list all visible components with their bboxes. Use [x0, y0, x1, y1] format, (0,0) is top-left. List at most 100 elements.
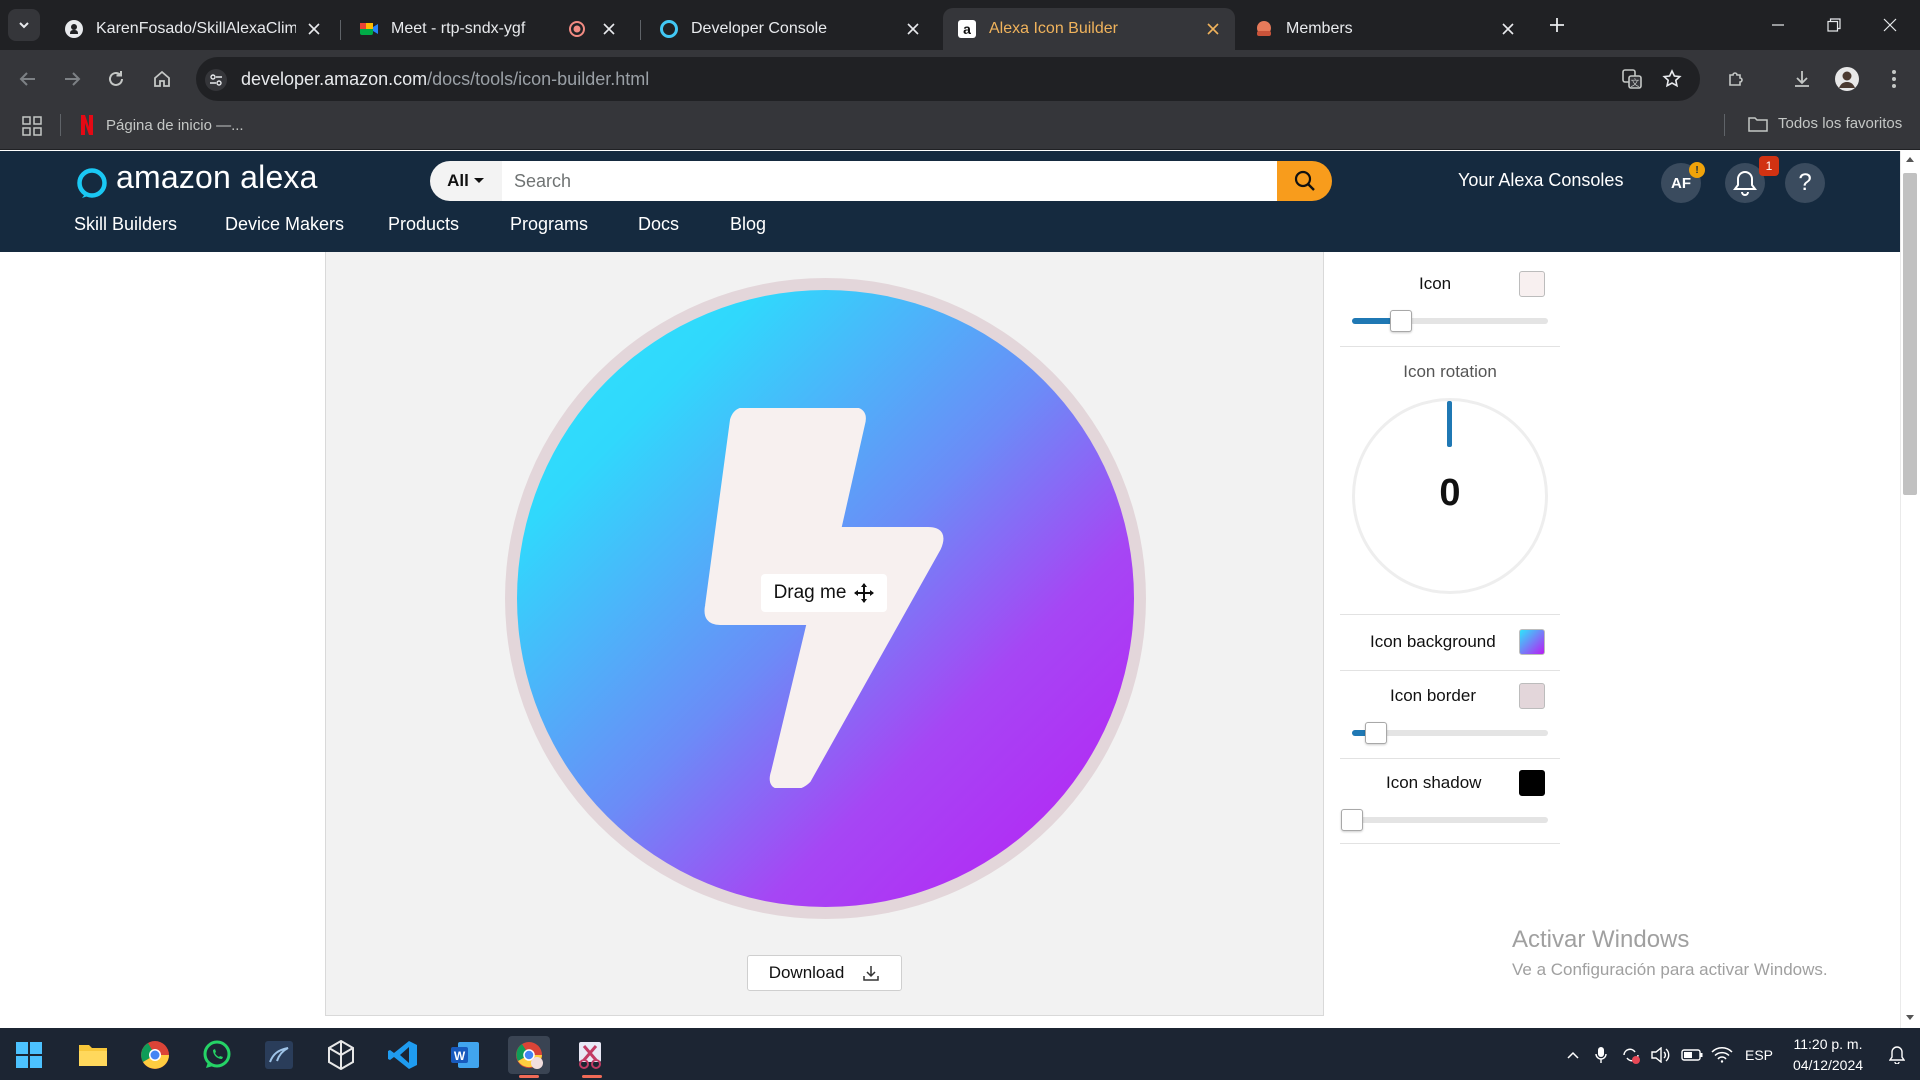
your-alexa-consoles-link[interactable]: Your Alexa Consoles — [1458, 170, 1623, 191]
nav-docs[interactable]: Docs — [638, 214, 679, 235]
new-tab-button[interactable] — [1543, 11, 1571, 39]
close-icon[interactable] — [903, 19, 923, 39]
search-button[interactable] — [1277, 161, 1332, 201]
word-icon[interactable]: W — [446, 1036, 484, 1074]
home-icon — [154, 70, 170, 87]
tab-separator — [640, 20, 641, 40]
icon-shadow-swatch[interactable] — [1519, 770, 1545, 796]
tab-search-button[interactable] — [8, 9, 40, 41]
profile-button[interactable] — [1831, 63, 1863, 95]
tab-alexa-icon-builder[interactable]: a Alexa Icon Builder — [943, 8, 1235, 50]
nav-blog[interactable]: Blog — [730, 214, 766, 235]
panel-divider — [1340, 758, 1560, 759]
sync-alert-icon[interactable] — [1620, 1043, 1642, 1067]
scroll-up-arrow-icon[interactable] — [1905, 155, 1915, 163]
rotation-dial-needle[interactable] — [1447, 401, 1452, 447]
arrow-left-icon — [19, 72, 35, 86]
icon-border-slider-thumb[interactable] — [1365, 722, 1387, 744]
icon-border-swatch[interactable] — [1519, 683, 1545, 709]
snipping-tool-icon[interactable] — [572, 1036, 610, 1074]
download-button[interactable]: Download — [747, 955, 902, 991]
back-button[interactable] — [12, 63, 44, 95]
file-explorer-icon[interactable] — [74, 1036, 112, 1074]
close-window-button[interactable] — [1862, 0, 1918, 50]
all-favorites-folder[interactable]: Todos los favoritos — [1748, 115, 1902, 132]
help-button[interactable]: ? — [1785, 163, 1825, 203]
icon-color-swatch[interactable] — [1519, 271, 1545, 297]
site-info-button[interactable] — [205, 69, 227, 91]
clock-date: 04/12/2024 — [1792, 1057, 1864, 1073]
tab-title: Members — [1286, 20, 1353, 37]
url-text[interactable]: developer.amazon.com/docs/tools/icon-bui… — [241, 69, 649, 90]
home-button[interactable] — [146, 63, 178, 95]
scroll-down-arrow-icon[interactable] — [1905, 1014, 1915, 1022]
notification-center-icon[interactable] — [1886, 1043, 1908, 1067]
unity-icon[interactable] — [322, 1036, 360, 1074]
close-icon[interactable] — [304, 19, 324, 39]
downloads-button[interactable] — [1786, 63, 1818, 95]
folder-icon — [1748, 116, 1768, 132]
microphone-icon[interactable] — [1592, 1043, 1610, 1067]
bell-icon — [1733, 170, 1757, 196]
apps-button[interactable] — [22, 116, 42, 136]
nav-skill-builders[interactable]: Skill Builders — [74, 214, 177, 235]
icon-size-slider-thumb[interactable] — [1390, 310, 1412, 332]
amazon-icon: a — [957, 19, 977, 39]
panel-divider — [1340, 843, 1560, 844]
alexa-logo-ring-icon[interactable] — [76, 167, 108, 199]
battery-icon[interactable] — [1680, 1043, 1704, 1067]
whatsapp-icon[interactable] — [198, 1036, 236, 1074]
windows-start-icon[interactable] — [10, 1036, 48, 1074]
tab-title: Alexa Icon Builder — [989, 20, 1118, 37]
reload-button[interactable] — [100, 63, 132, 95]
search-scope-select[interactable]: All — [430, 161, 502, 201]
icon-shadow-slider[interactable] — [1352, 817, 1548, 823]
vscode-icon[interactable] — [384, 1036, 422, 1074]
scrollbar-thumb[interactable] — [1903, 173, 1917, 495]
search-input[interactable] — [502, 161, 1277, 201]
move-arrows-icon — [854, 583, 875, 603]
icon-background-swatch[interactable] — [1519, 629, 1545, 655]
volume-icon[interactable] — [1650, 1043, 1672, 1067]
minimize-button[interactable] — [1750, 0, 1806, 50]
members-icon — [1254, 19, 1274, 39]
url-host: developer.amazon.com — [241, 69, 428, 89]
nav-device-makers[interactable]: Device Makers — [225, 214, 344, 235]
bookmark-star-button[interactable] — [1656, 63, 1688, 95]
bookmarks-bar — [0, 108, 1920, 150]
keyboard-language[interactable]: ESP — [1742, 1043, 1776, 1067]
close-icon[interactable] — [599, 19, 619, 39]
drag-handle[interactable]: Drag me — [761, 574, 887, 612]
translate-button[interactable]: 文 — [1616, 63, 1648, 95]
extensions-button[interactable] — [1720, 63, 1752, 95]
nav-programs[interactable]: Programs — [510, 214, 588, 235]
system-clock[interactable]: 11:20 p. m. 04/12/2024 — [1776, 1034, 1880, 1076]
url-path: /docs/tools/icon-builder.html — [427, 69, 650, 89]
restore-button[interactable] — [1806, 0, 1862, 50]
site-logo[interactable]: amazon alexa — [116, 159, 318, 196]
panel-divider — [1340, 614, 1560, 615]
tab-members[interactable]: Members — [1240, 8, 1530, 50]
icon-rotation-label: Icon rotation — [1403, 362, 1497, 381]
close-icon[interactable] — [1498, 19, 1518, 39]
search-scope-label: All — [447, 171, 469, 190]
wifi-icon[interactable] — [1710, 1043, 1734, 1067]
bookmark-netflix[interactable]: Página de inicio —... — [80, 115, 244, 135]
nav-products[interactable]: Products — [388, 214, 459, 235]
activate-windows-subtitle: Ve a Configuración para activar Windows. — [1512, 960, 1828, 979]
netflix-icon — [81, 115, 93, 135]
meet-icon — [359, 19, 379, 39]
tab-github[interactable]: KarenFosado/SkillAlexaClima: C — [50, 8, 336, 50]
icon-shadow-slider-thumb[interactable] — [1341, 809, 1363, 831]
menu-button[interactable] — [1878, 63, 1910, 95]
mysql-workbench-icon[interactable] — [260, 1036, 298, 1074]
close-icon[interactable] — [1203, 19, 1223, 39]
forward-button[interactable] — [56, 63, 88, 95]
show-hidden-icons-chevron-icon[interactable] — [1564, 1043, 1582, 1067]
active-app-indicator — [519, 1075, 539, 1078]
tab-developer-console[interactable]: Developer Console — [645, 8, 935, 50]
chrome-profile-icon[interactable] — [508, 1036, 550, 1074]
download-label: Download — [768, 963, 845, 982]
tab-meet[interactable]: Meet - rtp-sndx-ygf — [345, 8, 631, 50]
chrome-icon[interactable] — [136, 1036, 174, 1074]
